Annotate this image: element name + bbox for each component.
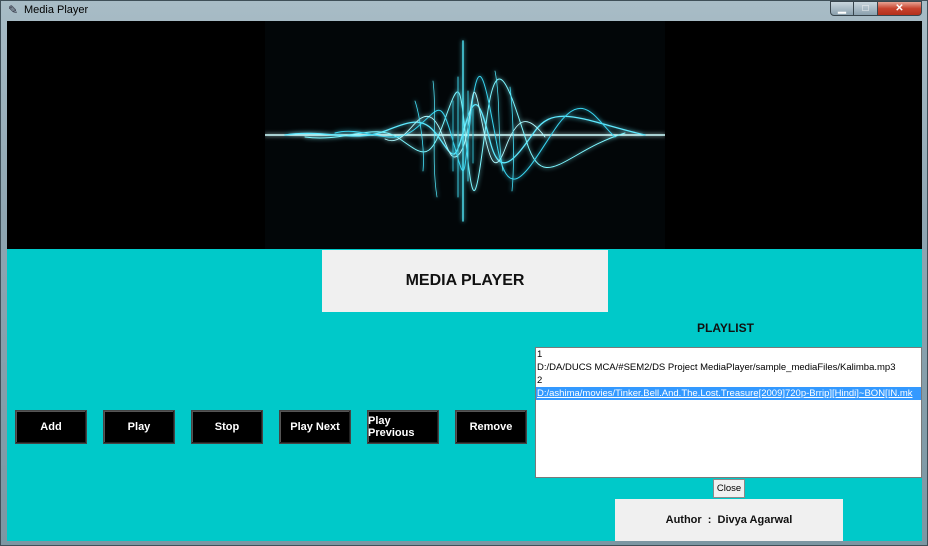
close-icon: ✕ <box>895 3 904 14</box>
stop-button[interactable]: Stop <box>191 410 263 444</box>
playlist-item[interactable]: D:/DA/DUCS MCA/#SEM2/DS Project MediaPla… <box>536 361 921 374</box>
maximize-button[interactable]: □ <box>854 1 878 16</box>
app-heading-panel: MEDIA PLAYER <box>322 250 608 312</box>
playlist-item-selected[interactable]: D:/ashima/movies/Tinker.Bell.And.The.Los… <box>536 387 921 400</box>
window-buttons: ▁ □ ✕ <box>830 1 922 16</box>
window-title: Media Player <box>24 4 89 16</box>
play-next-button[interactable]: Play Next <box>279 410 351 444</box>
playlist-title: PLAYLIST <box>697 321 754 335</box>
title-bar[interactable]: ✎ Media Player ▁ □ ✕ <box>1 1 927 20</box>
feather-icon: ✎ <box>7 3 19 17</box>
playlist-listbox[interactable]: 1 D:/DA/DUCS MCA/#SEM2/DS Project MediaP… <box>535 347 922 478</box>
author-label: Author : Divya Agarwal <box>615 499 843 541</box>
sound-wave-image <box>265 21 665 249</box>
play-button[interactable]: Play <box>103 410 175 444</box>
play-previous-button[interactable]: Play Previous <box>367 410 439 444</box>
minimize-icon: ▁ <box>838 3 846 14</box>
close-window-button[interactable]: ✕ <box>878 1 922 16</box>
add-button[interactable]: Add <box>15 410 87 444</box>
minimize-button[interactable]: ▁ <box>830 1 854 16</box>
playlist-item[interactable]: 1 <box>536 348 921 361</box>
video-display <box>7 21 922 249</box>
media-player-window: ✎ Media Player ▁ □ ✕ MEDIA PLAYER Add Pl… <box>0 0 928 546</box>
app-heading: MEDIA PLAYER <box>405 272 525 289</box>
remove-button[interactable]: Remove <box>455 410 527 444</box>
playlist-close-button[interactable]: Close <box>713 479 745 498</box>
maximize-icon: □ <box>862 3 869 14</box>
playlist-item[interactable]: 2 <box>536 374 921 387</box>
player-client-area: MEDIA PLAYER Add Play Stop Play Next Pla… <box>7 21 922 541</box>
